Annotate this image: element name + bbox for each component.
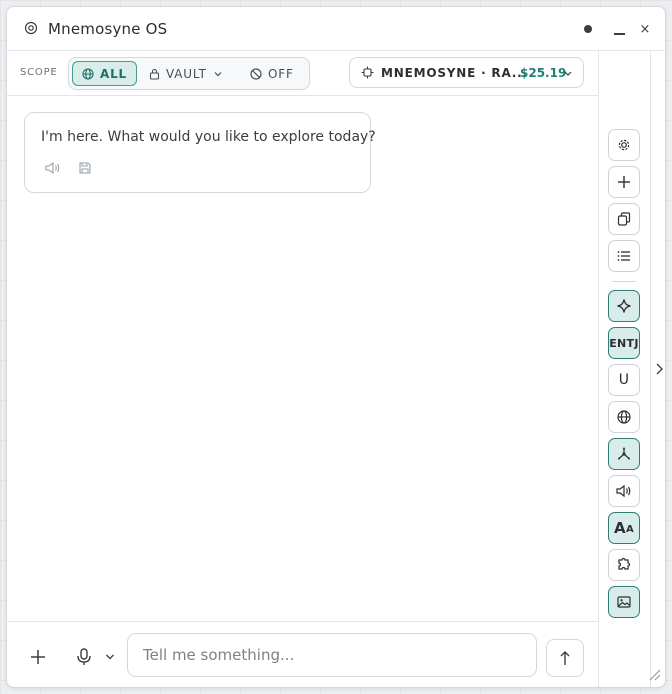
- scope-vault-label: VAULT: [166, 66, 207, 81]
- composer: [7, 621, 598, 687]
- settings-icon: [618, 139, 630, 151]
- text-size-button[interactable]: A A: [608, 512, 640, 544]
- chevron-down-icon: [564, 71, 572, 76]
- rail-divider: [612, 281, 636, 282]
- assistant-message: I'm here. What would you like to explore…: [24, 112, 376, 193]
- collapse-panel-button[interactable]: [651, 357, 665, 381]
- minimize-button[interactable]: [607, 7, 631, 51]
- minimize-icon: [613, 33, 625, 35]
- list-icon: [617, 251, 630, 261]
- app-logo-icon: [24, 21, 38, 35]
- scope-segmented-control: ALL VAULT OFF: [68, 57, 310, 90]
- scope-bar: SCOPE ALL VAULT OFF MNEMOSYNE · RA... $2…: [7, 51, 598, 96]
- lock-icon: [149, 68, 160, 80]
- speak-message-button[interactable]: [43, 159, 63, 177]
- arrow-up-icon: [560, 651, 570, 665]
- image-button[interactable]: [608, 586, 640, 618]
- text-size-icon: A A: [614, 519, 634, 537]
- message-input[interactable]: [127, 633, 537, 677]
- model-name: MNEMOSYNE · RA...: [381, 66, 528, 80]
- sparkle-button[interactable]: [608, 290, 640, 322]
- puzzle-icon: [618, 557, 631, 570]
- globe-icon: [617, 410, 631, 424]
- ban-icon: [250, 67, 262, 80]
- copy-icon: [617, 212, 631, 226]
- mbti-label: ENTJ: [609, 336, 639, 350]
- chip-icon: [361, 66, 374, 79]
- scope-vault-button[interactable]: VAULT: [149, 61, 231, 86]
- close-button[interactable]: ×: [633, 7, 657, 51]
- text-size-large-a: A: [614, 519, 626, 537]
- user-label: U: [618, 372, 630, 388]
- settings-button[interactable]: [608, 129, 640, 161]
- mic-options-chevron-icon[interactable]: [104, 651, 116, 663]
- model-price: $25.19: [520, 66, 567, 80]
- save-message-button[interactable]: [75, 159, 95, 177]
- attach-plus-button[interactable]: [27, 646, 49, 668]
- voice-button[interactable]: [608, 475, 640, 507]
- microphone-button[interactable]: [73, 646, 95, 668]
- chat-area: I'm here. What would you like to explore…: [7, 96, 598, 621]
- graph-icon: [618, 447, 630, 460]
- scope-all-label: ALL: [100, 66, 127, 81]
- dot-icon: [584, 25, 592, 33]
- model-selector-button[interactable]: MNEMOSYNE · RA... $25.19: [349, 57, 584, 88]
- image-icon: [617, 596, 631, 608]
- message-text: I'm here. What would you like to explore…: [41, 129, 376, 145]
- scope-off-label: OFF: [268, 66, 294, 81]
- title-bar: Mnemosyne OS ×: [7, 7, 665, 51]
- history-list-button[interactable]: [608, 240, 640, 272]
- personality-mbti-button[interactable]: ENTJ: [608, 327, 640, 359]
- text-size-small-a: A: [625, 524, 634, 535]
- save-icon: [79, 162, 91, 174]
- scope-off-button[interactable]: OFF: [250, 61, 300, 86]
- scope-all-button[interactable]: ALL: [72, 61, 137, 86]
- speaker-icon: [616, 484, 631, 498]
- status-dot-button[interactable]: [576, 7, 600, 51]
- chevron-down-icon: [214, 71, 222, 76]
- globe-icon: [82, 67, 94, 80]
- copy-button[interactable]: [608, 203, 640, 235]
- app-window: Mnemosyne OS × SCOPE ALL VAULT OFF MNEMO…: [6, 6, 666, 688]
- right-toolbar: ENTJ U A A: [598, 51, 651, 687]
- send-button[interactable]: [546, 639, 584, 677]
- chevron-right-icon: [656, 363, 663, 375]
- speaker-icon: [45, 161, 60, 175]
- resize-grip-icon[interactable]: [647, 667, 661, 681]
- new-chat-button[interactable]: [608, 166, 640, 198]
- graph-button[interactable]: [608, 438, 640, 470]
- web-button[interactable]: [608, 401, 640, 433]
- window-title: Mnemosyne OS: [48, 20, 168, 38]
- scope-label: SCOPE: [20, 67, 58, 78]
- close-icon: ×: [639, 21, 651, 37]
- plus-icon: [618, 176, 630, 188]
- plugins-button[interactable]: [608, 549, 640, 581]
- sparkle-icon: [617, 299, 631, 313]
- user-button[interactable]: U: [608, 364, 640, 396]
